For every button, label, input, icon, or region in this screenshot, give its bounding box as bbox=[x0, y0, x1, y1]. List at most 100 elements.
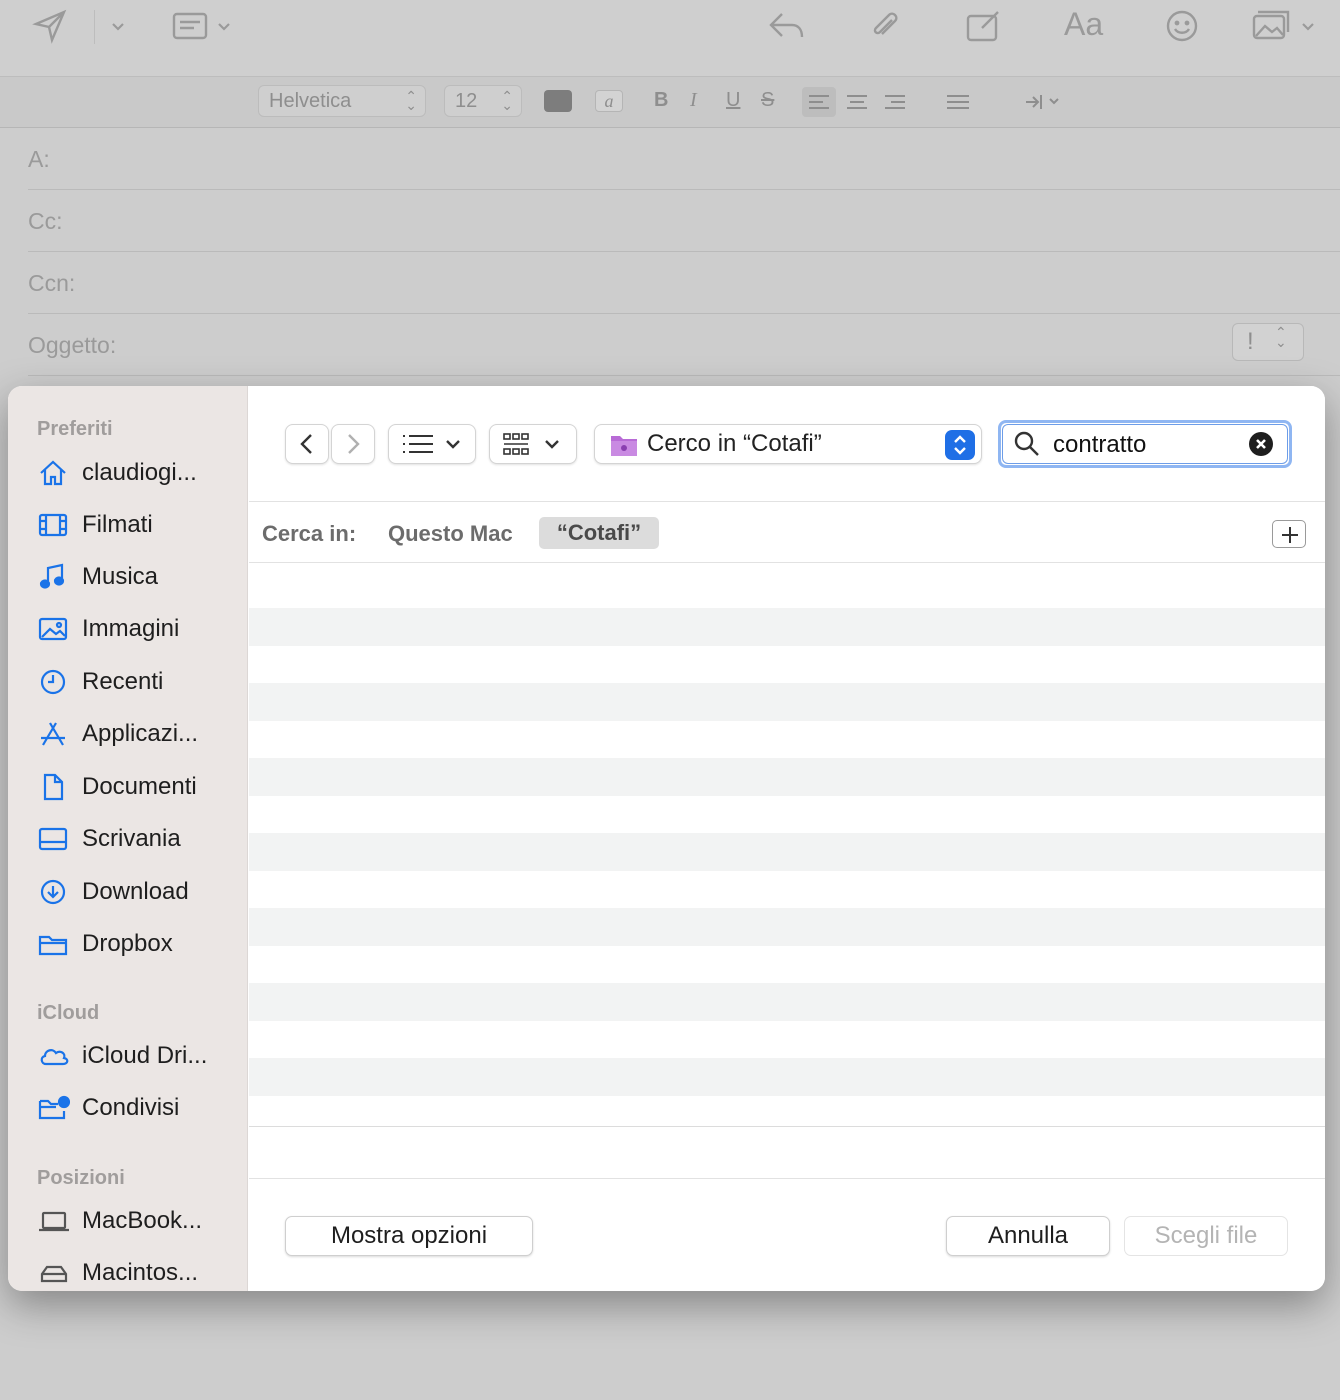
scope-label: Cerca in: bbox=[262, 521, 357, 546]
sidebar-item-music[interactable]: Musica bbox=[38, 557, 238, 597]
sidebar-item-label: Documenti bbox=[82, 773, 197, 800]
dialog-main: Cerco in “Cotafi” contratto Cerca in: Qu… bbox=[249, 386, 1325, 1291]
list-format-button[interactable] bbox=[940, 87, 988, 117]
underline-button[interactable]: U bbox=[726, 89, 740, 112]
sidebar-item-documents[interactable]: Documenti bbox=[38, 767, 238, 807]
background-color-swatch[interactable]: a bbox=[595, 90, 623, 112]
folder-icon bbox=[38, 928, 72, 960]
sidebar-item-downloads[interactable]: Download bbox=[38, 872, 238, 912]
align-center-button[interactable] bbox=[840, 87, 874, 117]
music-note-icon bbox=[38, 561, 72, 593]
format-bar: Helvetica ⌃ ⌄ 12 ⌃ ⌄ a B I U S bbox=[0, 76, 1340, 128]
markup-icon[interactable] bbox=[962, 6, 1006, 46]
chevron-down-icon[interactable] bbox=[108, 16, 128, 36]
shared-folder-icon bbox=[38, 1092, 72, 1124]
sidebar-item-label: Condivisi bbox=[82, 1094, 180, 1121]
photo-browser-icon[interactable] bbox=[1250, 6, 1294, 46]
stepper-arrows-icon: ⌃ ⌄ bbox=[501, 88, 513, 113]
sidebar-item-shared[interactable]: Condivisi bbox=[38, 1088, 238, 1128]
sidebar-item-label: Filmati bbox=[82, 511, 153, 538]
search-input[interactable]: contratto bbox=[1053, 431, 1146, 459]
chevron-down-icon[interactable] bbox=[1298, 16, 1318, 36]
list-row bbox=[249, 1021, 1325, 1059]
font-size-select[interactable]: 12 ⌃ ⌄ bbox=[444, 85, 522, 117]
sidebar-item-label: Download bbox=[82, 878, 189, 905]
clear-search-icon[interactable] bbox=[1249, 432, 1273, 456]
chevron-left-icon bbox=[300, 434, 312, 454]
align-left-button[interactable] bbox=[802, 87, 836, 117]
back-button[interactable] bbox=[285, 424, 329, 464]
view-list-button[interactable] bbox=[388, 424, 476, 464]
sidebar-item-label: Macintos... bbox=[82, 1259, 199, 1286]
sidebar-item-label: iCloud Dri... bbox=[82, 1042, 208, 1069]
sidebar-section-favorites: Preferiti bbox=[37, 418, 113, 440]
cc-field[interactable]: Cc: bbox=[28, 190, 1340, 252]
dialog-navbar: Cerco in “Cotafi” contratto bbox=[249, 386, 1325, 502]
stepper-arrows-icon: ⌃ ⌄ bbox=[1275, 324, 1287, 350]
to-label: A: bbox=[28, 146, 50, 172]
search-scope-bar: Cerca in: Questo Mac “Cotafi” bbox=[249, 503, 1325, 563]
font-size-value: 12 bbox=[455, 90, 478, 112]
plus-icon bbox=[1282, 527, 1298, 543]
font-icon[interactable]: Aa bbox=[1064, 6, 1103, 43]
search-results-list[interactable] bbox=[249, 564, 1325, 1127]
text-color-swatch[interactable] bbox=[544, 90, 572, 112]
list-view-icon bbox=[403, 435, 460, 453]
sidebar-item-icloud-drive[interactable]: iCloud Dri... bbox=[38, 1036, 238, 1076]
italic-button[interactable]: I bbox=[690, 89, 697, 112]
list-row bbox=[249, 871, 1325, 909]
show-options-button[interactable]: Mostra opzioni bbox=[285, 1216, 533, 1256]
priority-select[interactable]: ! ⌃ ⌄ bbox=[1232, 323, 1304, 361]
sidebar-item-movies[interactable]: Filmati bbox=[38, 505, 238, 545]
subject-field[interactable]: Oggetto: bbox=[28, 314, 1340, 376]
subject-label: Oggetto: bbox=[28, 332, 117, 358]
download-icon bbox=[38, 876, 72, 908]
add-search-criteria-button[interactable] bbox=[1272, 520, 1306, 548]
cancel-button[interactable]: Annulla bbox=[946, 1216, 1110, 1256]
popup-stepper-icon bbox=[945, 430, 975, 460]
search-icon bbox=[1013, 430, 1041, 463]
strikethrough-button[interactable]: S bbox=[761, 89, 774, 112]
forward-button[interactable] bbox=[331, 424, 375, 464]
attachment-icon[interactable] bbox=[862, 6, 906, 46]
sidebar-item-macbook[interactable]: MacBook... bbox=[38, 1201, 238, 1241]
sidebar-item-home[interactable]: claudiogi... bbox=[38, 453, 238, 493]
sidebar-item-applications[interactable]: Applicazi... bbox=[38, 714, 238, 754]
sidebar-section-locations: Posizioni bbox=[37, 1167, 125, 1189]
dialog-sidebar: Preferiti claudiogi... Filmati Musica Im… bbox=[8, 386, 248, 1291]
scope-this-mac[interactable]: Questo Mac bbox=[388, 521, 513, 547]
sidebar-item-desktop[interactable]: Scrivania bbox=[38, 819, 238, 859]
scope-current-folder[interactable]: “Cotafi” bbox=[539, 517, 659, 549]
bcc-field[interactable]: Ccn: bbox=[28, 252, 1340, 314]
chevron-down-icon[interactable] bbox=[214, 16, 234, 36]
sidebar-item-pictures[interactable]: Immagini bbox=[38, 609, 238, 649]
mail-toolbar: Aa bbox=[0, 0, 1340, 76]
location-popup[interactable]: Cerco in “Cotafi” bbox=[594, 424, 982, 464]
group-by-button[interactable] bbox=[489, 424, 577, 464]
send-icon[interactable] bbox=[28, 6, 72, 46]
list-row bbox=[249, 1058, 1325, 1096]
bold-button[interactable]: B bbox=[654, 89, 668, 112]
sidebar-item-dropbox[interactable]: Dropbox bbox=[38, 924, 238, 964]
indent-button[interactable] bbox=[1020, 87, 1068, 117]
sidebar-item-macintosh-hd[interactable]: Macintos... bbox=[38, 1253, 238, 1291]
list-row bbox=[249, 564, 1325, 602]
emoji-icon[interactable] bbox=[1160, 6, 1204, 46]
list-row bbox=[249, 1096, 1325, 1134]
list-row bbox=[249, 758, 1325, 796]
clock-icon bbox=[38, 666, 72, 698]
bcc-label: Ccn: bbox=[28, 270, 76, 296]
list-row bbox=[249, 796, 1325, 834]
list-row bbox=[249, 721, 1325, 759]
align-right-button[interactable] bbox=[878, 87, 912, 117]
sidebar-item-recents[interactable]: Recenti bbox=[38, 662, 238, 702]
font-family-select[interactable]: Helvetica ⌃ ⌄ bbox=[258, 85, 426, 117]
sidebar-item-label: Scrivania bbox=[82, 825, 181, 852]
file-open-dialog: Preferiti claudiogi... Filmati Musica Im… bbox=[8, 386, 1325, 1291]
to-field[interactable]: A: bbox=[28, 128, 1340, 190]
search-field[interactable]: contratto bbox=[998, 420, 1292, 468]
chevron-right-icon bbox=[348, 434, 360, 454]
reply-icon[interactable] bbox=[764, 6, 808, 46]
choose-file-button[interactable]: Scegli file bbox=[1124, 1216, 1288, 1256]
header-fields-icon[interactable] bbox=[168, 6, 212, 46]
